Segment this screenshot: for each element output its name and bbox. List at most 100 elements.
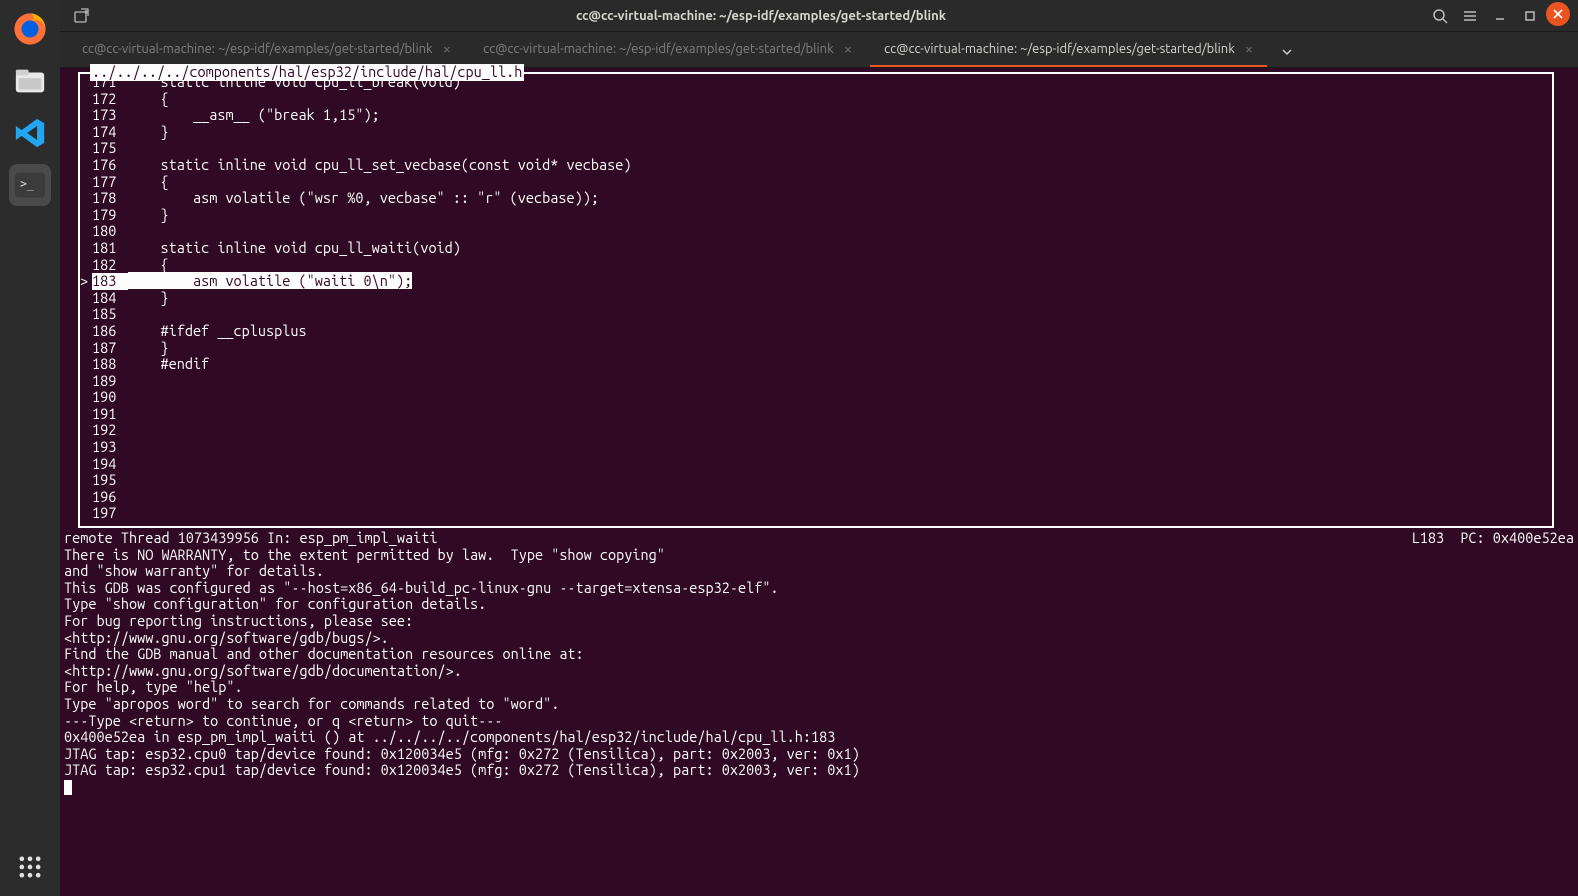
console-line: This GDB was configured as "--host=x86_6… (64, 580, 1574, 597)
current-line-marker (80, 489, 92, 506)
code-line: 172 { (80, 91, 1552, 108)
tab-close-2[interactable]: × (844, 40, 852, 57)
code-line: 184 } (80, 290, 1552, 307)
hamburger-menu[interactable] (1456, 2, 1484, 30)
tab-close-3[interactable]: × (1245, 40, 1253, 57)
line-number: 184 (92, 290, 128, 307)
current-line-marker (80, 140, 92, 157)
line-number: 190 (92, 389, 128, 406)
firefox-icon (13, 12, 47, 46)
line-number: 181 (92, 240, 128, 257)
code-text: static inline void cpu_ll_waiti(void) (128, 240, 461, 257)
code-text: static inline void cpu_ll_set_vecbase(co… (128, 157, 631, 174)
code-line: 181 static inline void cpu_ll_waiti(void… (80, 240, 1552, 257)
line-number: 195 (92, 472, 128, 489)
console-line: 0x400e52ea in esp_pm_impl_waiti () at ..… (64, 729, 1574, 746)
line-number: 178 (92, 190, 128, 207)
dock-apps-grid[interactable] (9, 846, 51, 888)
tab-label: cc@cc-virtual-machine: ~/esp-idf/example… (82, 42, 433, 56)
code-text: } (128, 124, 169, 141)
console-line: <http://www.gnu.org/software/gdb/documen… (64, 663, 1574, 680)
tab-1[interactable]: cc@cc-virtual-machine: ~/esp-idf/example… (68, 32, 465, 67)
dock-firefox[interactable] (9, 8, 51, 50)
code-line: 194 (80, 456, 1552, 473)
code-text: asm volatile ("waiti 0\n"); (128, 273, 412, 290)
code-line: 196 (80, 489, 1552, 506)
minimize-button[interactable] (1486, 2, 1514, 30)
current-line-marker (80, 422, 92, 439)
dock-terminal[interactable]: >_ (9, 164, 51, 206)
console-line: JTAG tap: esp32.cpu1 tap/device found: 0… (64, 762, 1574, 779)
console-line: and "show warranty" for details. (64, 563, 1574, 580)
line-number: 176 (92, 157, 128, 174)
code-line: 188 #endif (80, 356, 1552, 373)
code-line: 197 (80, 505, 1552, 522)
code-text: { (128, 257, 169, 274)
svg-text:>_: >_ (20, 178, 34, 191)
tab-3[interactable]: cc@cc-virtual-machine: ~/esp-idf/example… (870, 32, 1267, 67)
console-line: There is NO WARRANTY, to the extent perm… (64, 547, 1574, 564)
close-button[interactable] (1546, 2, 1570, 26)
code-line: 178 asm volatile ("wsr %0, vecbase" :: "… (80, 190, 1552, 207)
line-number: 187 (92, 340, 128, 357)
status-right: L183 PC: 0x400e52ea (1412, 530, 1574, 547)
status-left: remote Thread 1073439956 In: esp_pm_impl… (64, 530, 438, 547)
line-number: 177 (92, 174, 128, 191)
window-title: cc@cc-virtual-machine: ~/esp-idf/example… (100, 9, 1422, 23)
code-text: #ifdef __cplusplus (128, 323, 307, 340)
current-line-marker (80, 456, 92, 473)
tab-close-1[interactable]: × (443, 40, 451, 57)
tabbar-overflow[interactable] (1271, 39, 1303, 67)
console-line: <http://www.gnu.org/software/gdb/bugs/>. (64, 630, 1574, 647)
terminal-body[interactable]: ../../../../components/hal/esp32/include… (60, 68, 1578, 896)
current-line-marker (80, 257, 92, 274)
files-icon (13, 64, 47, 98)
new-tab-button[interactable] (68, 2, 96, 30)
chevron-down-icon (1281, 46, 1293, 58)
code-line: 189 (80, 373, 1552, 390)
console-line: For help, type "help". (64, 679, 1574, 696)
search-button[interactable] (1426, 2, 1454, 30)
gdb-console[interactable]: There is NO WARRANTY, to the extent perm… (60, 547, 1578, 800)
console-cursor-line (64, 779, 1574, 796)
tab-label: cc@cc-virtual-machine: ~/esp-idf/example… (483, 42, 834, 56)
code-line: 186 #ifdef __cplusplus (80, 323, 1552, 340)
tab-2[interactable]: cc@cc-virtual-machine: ~/esp-idf/example… (469, 32, 866, 67)
code-line: 175 (80, 140, 1552, 157)
line-number: 191 (92, 406, 128, 423)
console-line: ---Type <return> to continue, or q <retu… (64, 713, 1574, 730)
code-text: #endif (128, 356, 209, 373)
dock-vscode[interactable] (9, 112, 51, 154)
console-line: Find the GDB manual and other documentat… (64, 646, 1574, 663)
line-number: 185 (92, 306, 128, 323)
line-number: 174 (92, 124, 128, 141)
code-line: 173 __asm__ ("break 1,15"); (80, 107, 1552, 124)
gdb-source-window[interactable]: ../../../../components/hal/esp32/include… (78, 72, 1554, 528)
console-line: For bug reporting instructions, please s… (64, 613, 1574, 630)
new-tab-icon (74, 8, 90, 24)
current-line-marker (80, 356, 92, 373)
current-line-marker (80, 157, 92, 174)
search-icon (1432, 8, 1448, 24)
line-number: 182 (92, 257, 128, 274)
code-line: 176 static inline void cpu_ll_set_vecbas… (80, 157, 1552, 174)
line-number: 196 (92, 489, 128, 506)
code-text: asm volatile ("wsr %0, vecbase" :: "r" (… (128, 190, 599, 207)
code-line: 185 (80, 306, 1552, 323)
line-number: 197 (92, 505, 128, 522)
source-file-path: ../../../../components/hal/esp32/include… (90, 64, 524, 81)
line-number: 192 (92, 422, 128, 439)
line-number: 172 (92, 91, 128, 108)
current-line-marker (80, 190, 92, 207)
tab-label: cc@cc-virtual-machine: ~/esp-idf/example… (884, 42, 1235, 56)
current-line-marker: > (80, 273, 92, 290)
maximize-button[interactable] (1516, 2, 1544, 30)
line-number: 180 (92, 223, 128, 240)
code-line: 195 (80, 472, 1552, 489)
dock-files[interactable] (9, 60, 51, 102)
line-number: 189 (92, 373, 128, 390)
grid-icon (16, 853, 44, 881)
code-line: 179 } (80, 207, 1552, 224)
code-line: 187 } (80, 340, 1552, 357)
console-line: Type "show configuration" for configurat… (64, 596, 1574, 613)
